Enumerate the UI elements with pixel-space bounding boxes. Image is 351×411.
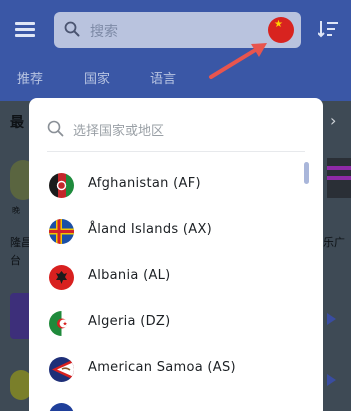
tab-country[interactable]: 国家 xyxy=(84,68,110,87)
station-caption: 晚 xyxy=(12,206,20,215)
station-name-right: 乐广 xyxy=(323,236,345,249)
country-name: Albania (AL) xyxy=(88,268,171,283)
menu-icon[interactable] xyxy=(15,22,35,38)
search-icon xyxy=(64,21,80,37)
scrollbar[interactable] xyxy=(304,162,309,184)
country-picker-dialog: 选择国家或地区 Afghanistan (AF) Åland Islands (… xyxy=(29,98,323,411)
country-search-input[interactable]: 选择国家或地区 xyxy=(47,114,307,142)
divider xyxy=(47,151,305,152)
section-title: 最 xyxy=(10,115,24,131)
flag-icon xyxy=(49,403,74,411)
country-name: Afghanistan (AF) xyxy=(88,176,201,191)
country-item-afghanistan[interactable]: Afghanistan (AF) xyxy=(49,170,299,200)
country-name: Algeria (DZ) xyxy=(88,314,171,329)
country-item-american-samoa[interactable]: American Samoa (AS) xyxy=(49,354,299,384)
country-name: American Samoa (AS) xyxy=(88,360,236,375)
station-name-cont: 台 xyxy=(10,254,21,267)
category-tabs: 推荐 国家 语言 xyxy=(0,65,351,89)
albania-flag-icon xyxy=(49,265,74,290)
tab-recommended[interactable]: 推荐 xyxy=(17,68,43,87)
play-icon[interactable] xyxy=(327,313,336,325)
sort-icon[interactable] xyxy=(318,18,340,40)
search-icon xyxy=(47,120,64,137)
screen: 搜索 ★ 推荐 国家 语言 最 › 晚 隆昌 台 乐广 选择国家或地区 Afgh… xyxy=(0,0,351,411)
country-name: Åland Islands (AX) xyxy=(88,222,213,237)
app-bar: 搜索 ★ 推荐 国家 语言 xyxy=(0,0,351,101)
country-item-algeria[interactable]: Algeria (DZ) xyxy=(49,308,299,338)
country-item-aland[interactable]: Åland Islands (AX) xyxy=(49,216,299,246)
annotation-arrow xyxy=(209,43,267,79)
play-icon[interactable] xyxy=(327,374,336,386)
american-samoa-flag-icon xyxy=(49,357,74,382)
afghanistan-flag-icon xyxy=(49,173,74,198)
search-placeholder: 搜索 xyxy=(90,24,118,40)
country-item-albania[interactable]: Albania (AL) xyxy=(49,262,299,292)
algeria-flag-icon xyxy=(49,311,74,336)
tab-language[interactable]: 语言 xyxy=(150,68,176,87)
chevron-right-icon[interactable]: › xyxy=(330,111,336,130)
station-thumbnail xyxy=(327,158,351,198)
country-item-next[interactable] xyxy=(49,400,299,411)
aland-flag-icon xyxy=(49,219,74,244)
country-search-placeholder: 选择国家或地区 xyxy=(73,124,165,139)
